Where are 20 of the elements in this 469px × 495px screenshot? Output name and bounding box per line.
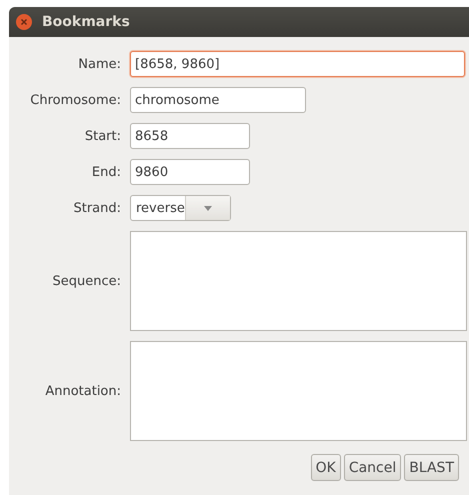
field-label: Strand: [73,200,121,216]
text-area[interactable] [130,341,467,441]
input-field[interactable]: [8658, 9860] [130,51,465,77]
window-title: Bookmarks [42,14,130,30]
field-label: Annotation: [45,384,121,398]
field-label: End: [92,164,121,180]
dialog-button[interactable]: Cancel [344,454,402,481]
input-field[interactable]: 8658 [130,123,250,149]
field-label: Start: [84,128,121,144]
field-label: Chromosome: [30,92,121,108]
input-field[interactable]: 9860 [130,159,250,185]
field-label: Name: [78,56,121,72]
input-field[interactable]: chromosome [130,87,306,113]
dropdown-arrow-icon [204,206,212,210]
close-icon[interactable] [16,14,32,30]
text-area[interactable] [130,231,467,331]
dialog-button[interactable]: OK [310,454,341,481]
dialog-button[interactable]: BLAST [404,454,459,481]
strand-dropdown[interactable]: reverse [130,195,231,221]
field-label: Sequence: [52,274,121,288]
